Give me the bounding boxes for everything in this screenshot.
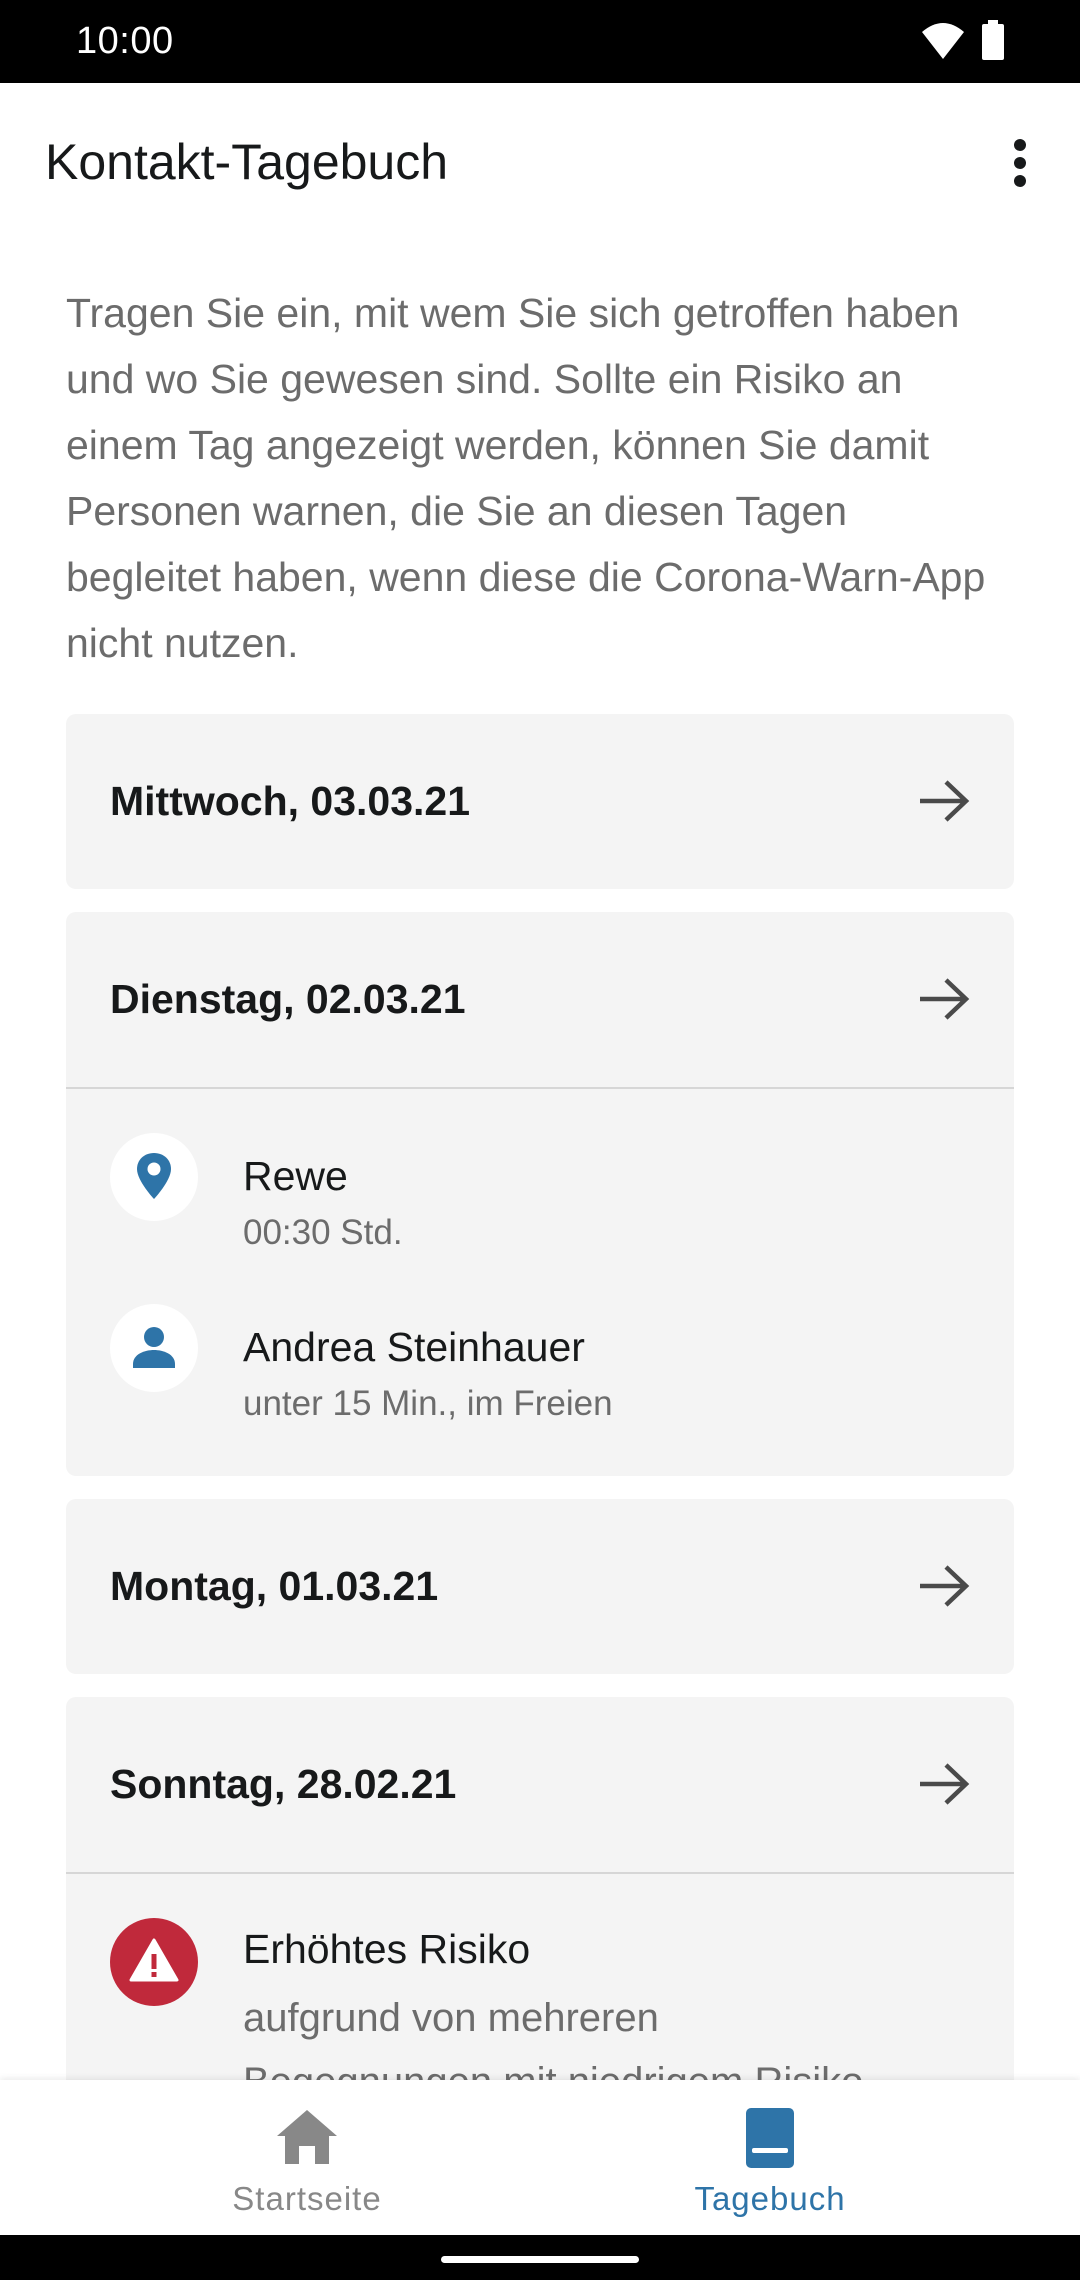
home-gesture-handle[interactable] — [441, 2256, 639, 2263]
day-date: Sonntag, 28.02.21 — [110, 1761, 457, 1807]
intro-text: Tragen Sie ein, mit wem Sie sich getroff… — [66, 290, 986, 666]
entry-icon — [110, 1304, 198, 1392]
location-entry: Rewe 00:30 Std. — [66, 1133, 1014, 1263]
day-card[interactable]: Mittwoch, 03.03.21 — [66, 714, 1014, 889]
day-card: Sonntag, 28.02.21 Erhöhtes Risiko aufgru… — [66, 1697, 1014, 2097]
status-bar: 10:00 — [0, 0, 1080, 83]
warning-icon — [129, 1938, 179, 1982]
divider — [66, 1872, 1014, 1874]
person-icon — [133, 1327, 175, 1368]
location-pin-icon — [137, 1153, 171, 1199]
nav-item-tagebuch[interactable]: Tagebuch — [500, 2080, 1040, 2235]
book-icon — [746, 2108, 794, 2168]
battery-icon — [982, 20, 1004, 60]
app-bar: Kontakt-Tagebuch — [0, 83, 1080, 243]
risk-title: Erhöhtes Risiko — [243, 1926, 531, 1972]
overflow-menu-button[interactable] — [1000, 135, 1040, 191]
arrow-right-icon — [920, 780, 970, 822]
nav-label: Tagebuch — [694, 2180, 846, 2217]
entry-name: Andrea Steinhauer — [243, 1324, 585, 1370]
day-header[interactable]: Sonntag, 28.02.21 — [66, 1697, 1014, 1872]
nav-item-startseite[interactable]: Startseite — [37, 2080, 577, 2235]
arrow-right-icon — [920, 1565, 970, 1607]
day-card: Dienstag, 02.03.21 Rewe 00:30 Std. Andre… — [66, 912, 1014, 1476]
day-date: Dienstag, 02.03.21 — [110, 976, 466, 1022]
risk-icon-circle — [110, 1918, 198, 2006]
bottom-navigation: Startseite Tagebuch — [0, 2080, 1080, 2235]
divider — [66, 1087, 1014, 1089]
arrow-right-icon — [920, 1763, 970, 1805]
risk-detail-line-1: aufgrund von mehreren — [243, 1996, 659, 2040]
gesture-bar — [0, 2235, 1080, 2280]
entry-detail: 00:30 Std. — [243, 1213, 403, 1252]
entry-detail: unter 15 Min., im Freien — [243, 1384, 613, 1423]
nav-label: Startseite — [232, 2180, 382, 2217]
page-title: Kontakt-Tagebuch — [45, 134, 449, 190]
day-card[interactable]: Montag, 01.03.21 — [66, 1499, 1014, 1674]
overflow-menu-icon — [1014, 139, 1026, 151]
entry-icon — [110, 1133, 198, 1221]
person-entry: Andrea Steinhauer unter 15 Min., im Frei… — [66, 1304, 1014, 1434]
entry-name: Rewe — [243, 1153, 348, 1199]
risk-entry: Erhöhtes Risiko aufgrund von mehreren Be… — [66, 1918, 1014, 2097]
home-icon — [277, 2110, 337, 2164]
status-time: 10:00 — [76, 20, 174, 62]
day-header[interactable]: Montag, 01.03.21 — [66, 1499, 1014, 1674]
arrow-right-icon — [920, 978, 970, 1020]
day-header[interactable]: Dienstag, 02.03.21 — [66, 912, 1014, 1087]
wifi-icon — [922, 23, 964, 59]
day-date: Mittwoch, 03.03.21 — [110, 778, 471, 824]
day-date: Montag, 01.03.21 — [110, 1563, 439, 1609]
day-header[interactable]: Mittwoch, 03.03.21 — [66, 714, 1014, 889]
